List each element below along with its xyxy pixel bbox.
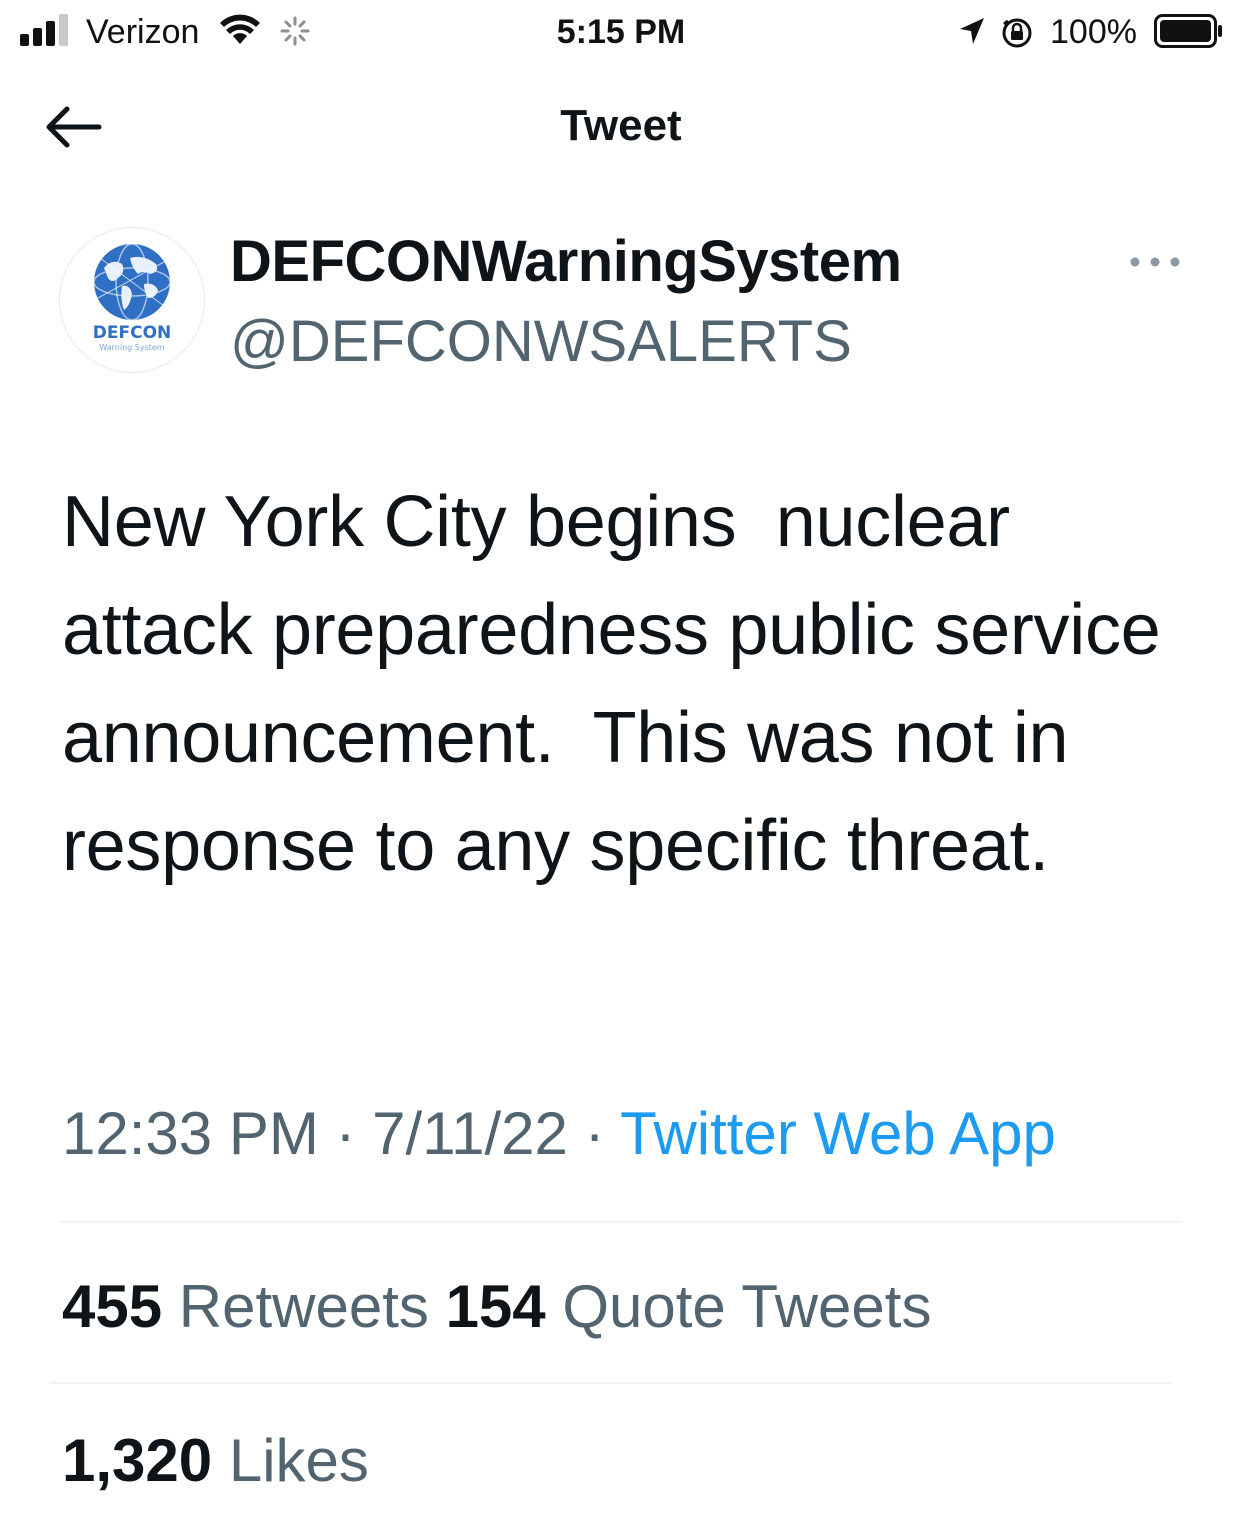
more-horizontal-icon <box>1130 257 1180 267</box>
retweets-label: Retweets <box>178 1273 429 1340</box>
author-display-name[interactable]: DEFCONWarningSystem <box>230 226 902 298</box>
avatar-logo-subtext: Warning System <box>99 343 164 352</box>
tweet-text: New York City begins nuclear attack prep… <box>62 482 1181 886</box>
tweet-source-link[interactable]: Twitter Web App <box>620 1100 1056 1167</box>
retweets-stat[interactable]: 455 Retweets <box>62 1273 446 1340</box>
engagement-stats: 455 Retweets 154 Quote Tweets <box>62 1268 931 1346</box>
page-title: Tweet <box>560 101 682 150</box>
quote-tweets-stat[interactable]: 154 Quote Tweets <box>446 1273 932 1340</box>
divider <box>50 1382 1172 1384</box>
quote-tweets-label: Quote Tweets <box>562 1273 932 1340</box>
status-bar: Verizon 5:15 PM 100% <box>0 0 1242 64</box>
more-options-button[interactable] <box>1128 244 1182 280</box>
author-handle[interactable]: @DEFCONWSALERTS <box>230 306 852 378</box>
likes-label: Likes <box>228 1427 369 1494</box>
tweet-date[interactable]: 7/11/22 <box>372 1100 568 1167</box>
avatar[interactable]: DEFCON Warning System <box>60 228 204 372</box>
meta-separator: · <box>335 1100 356 1167</box>
orientation-lock-icon <box>1002 18 1032 48</box>
likes-stats: 1,320 Likes <box>62 1422 369 1500</box>
meta-separator: · <box>584 1100 605 1167</box>
defcon-globe-logo: DEFCON Warning System <box>93 243 172 352</box>
battery-percent: 100% <box>1050 13 1137 51</box>
battery-icon <box>1154 14 1222 48</box>
retweets-count: 455 <box>62 1273 163 1340</box>
tweet-time[interactable]: 12:33 PM <box>62 1100 319 1167</box>
divider <box>60 1221 1182 1223</box>
avatar-logo-text: DEFCON <box>93 323 172 343</box>
tweet-meta: 12:33 PM · 7/11/22 · Twitter Web App <box>62 1096 1056 1172</box>
likes-count: 1,320 <box>62 1427 213 1494</box>
likes-stat[interactable]: 1,320 Likes <box>62 1427 369 1494</box>
top-nav-bar: Tweet <box>0 70 1242 182</box>
location-arrow-icon <box>960 18 984 44</box>
quote-tweets-count: 154 <box>445 1273 546 1340</box>
